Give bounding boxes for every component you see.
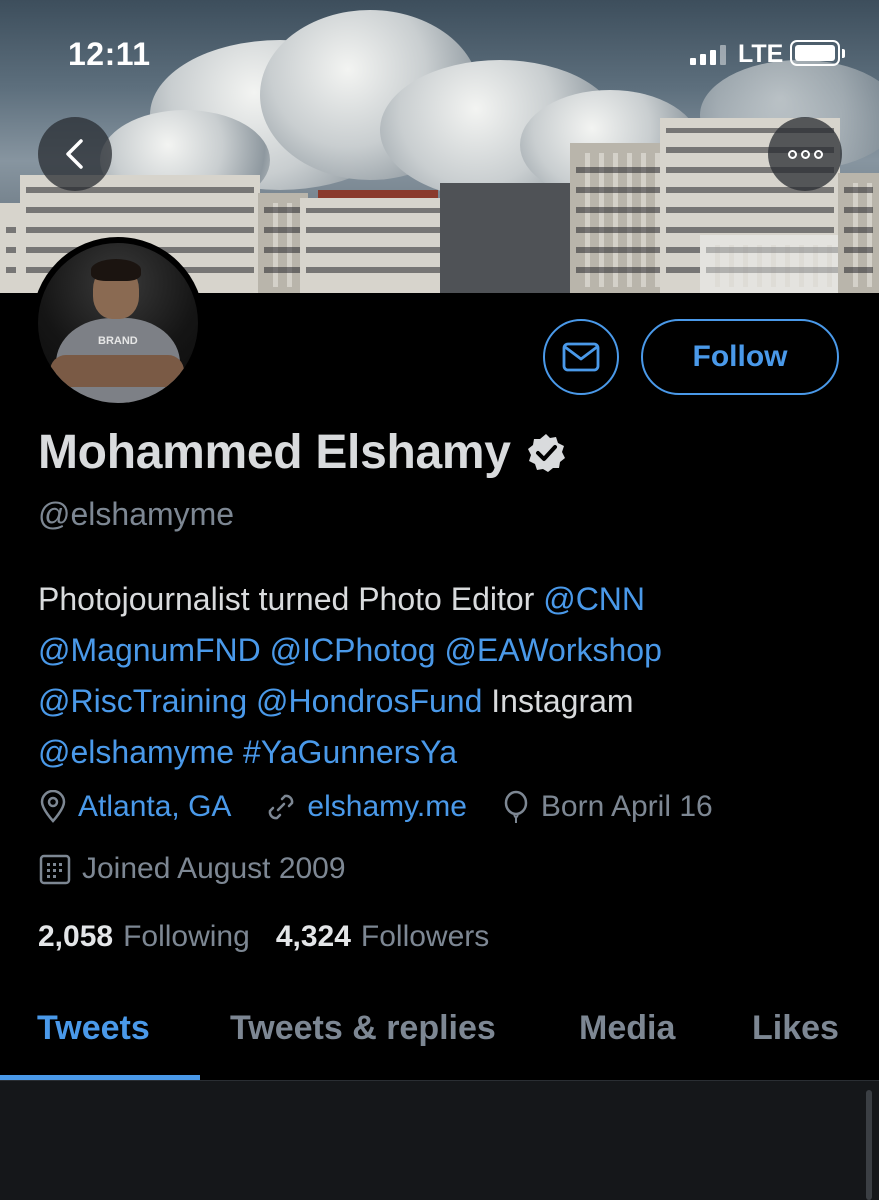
calendar-icon xyxy=(39,854,71,885)
profile-name-row: Mohammed Elshamy xyxy=(38,425,567,480)
profile-joined-row: Joined August 2009 xyxy=(38,852,380,886)
profile-meta-row: Atlanta, GA elshamy.me Born April 16 xyxy=(38,790,747,824)
following-label[interactable]: Following xyxy=(123,920,250,954)
status-bar: 12:11 LTE xyxy=(0,0,879,100)
profile-handle: @elshamyme xyxy=(38,496,235,532)
avatar[interactable]: BRAND xyxy=(32,237,204,409)
tab-likes[interactable]: Likes xyxy=(752,1009,839,1048)
following-count[interactable]: 2,058 xyxy=(38,920,113,954)
birthday-text: Born April 16 xyxy=(540,790,713,823)
bio-link-cnn[interactable]: @CNN xyxy=(543,581,645,617)
bio-text-instagram: Instagram xyxy=(482,683,634,719)
bio-link-eaworkshop[interactable]: @EAWorkshop xyxy=(444,632,661,668)
active-tab-indicator xyxy=(0,1075,200,1080)
avatar-shirt-text: BRAND xyxy=(98,335,138,347)
tweets-feed xyxy=(0,1081,879,1200)
profile-name: Mohammed Elshamy xyxy=(38,426,511,479)
birthday-item: Born April 16 xyxy=(501,790,713,824)
website-link[interactable]: elshamy.me xyxy=(307,790,467,824)
signal-icon xyxy=(690,45,726,65)
profile-bio: Photojournalist turned Photo Editor @CNN… xyxy=(38,574,838,778)
follow-button[interactable]: Follow xyxy=(641,319,839,395)
website-item: elshamy.me xyxy=(265,790,467,824)
followers-count[interactable]: 4,324 xyxy=(276,920,351,954)
status-time: 12:11 xyxy=(68,36,151,72)
joined-text: Joined August 2009 xyxy=(82,852,346,885)
envelope-icon xyxy=(562,342,600,372)
tab-tweets[interactable]: Tweets xyxy=(37,1009,150,1048)
location-text[interactable]: Atlanta, GA xyxy=(78,790,231,824)
tab-tweets-replies[interactable]: Tweets & replies xyxy=(230,1009,496,1048)
profile-tabs: Tweets Tweets & replies Media Likes xyxy=(0,995,879,1081)
more-options-button[interactable] xyxy=(768,117,842,191)
bio-link-magnumfnd[interactable]: @MagnumFND xyxy=(38,632,261,668)
followers-label[interactable]: Followers xyxy=(361,920,489,954)
message-button[interactable] xyxy=(543,319,619,395)
network-label: LTE xyxy=(738,40,784,68)
battery-icon xyxy=(790,40,845,66)
back-button[interactable] xyxy=(38,117,112,191)
link-icon xyxy=(269,794,294,820)
location-pin-icon xyxy=(40,790,66,823)
location-item: Atlanta, GA xyxy=(38,790,231,824)
bio-hashtag-yagunnersya[interactable]: #YaGunnersYa xyxy=(243,734,457,770)
bio-link-hondrosfund[interactable]: @HondrosFund xyxy=(256,683,482,719)
balloon-icon xyxy=(504,790,528,823)
joined-item: Joined August 2009 xyxy=(38,852,346,886)
more-horizontal-icon xyxy=(787,149,797,159)
bio-link-elshamyme[interactable]: @elshamyme xyxy=(38,734,234,770)
verified-badge-icon xyxy=(527,433,565,472)
bio-text: Photojournalist turned Photo Editor xyxy=(38,581,544,617)
tab-media[interactable]: Media xyxy=(579,1009,675,1048)
bio-link-risctraining[interactable]: @RiscTraining xyxy=(38,683,247,719)
follow-stats: 2,058 Following 4,324 Followers xyxy=(38,920,515,954)
bio-link-icphotog[interactable]: @ICPhotog xyxy=(270,632,436,668)
chevron-left-icon xyxy=(66,139,83,169)
scrollbar[interactable] xyxy=(866,1090,872,1200)
